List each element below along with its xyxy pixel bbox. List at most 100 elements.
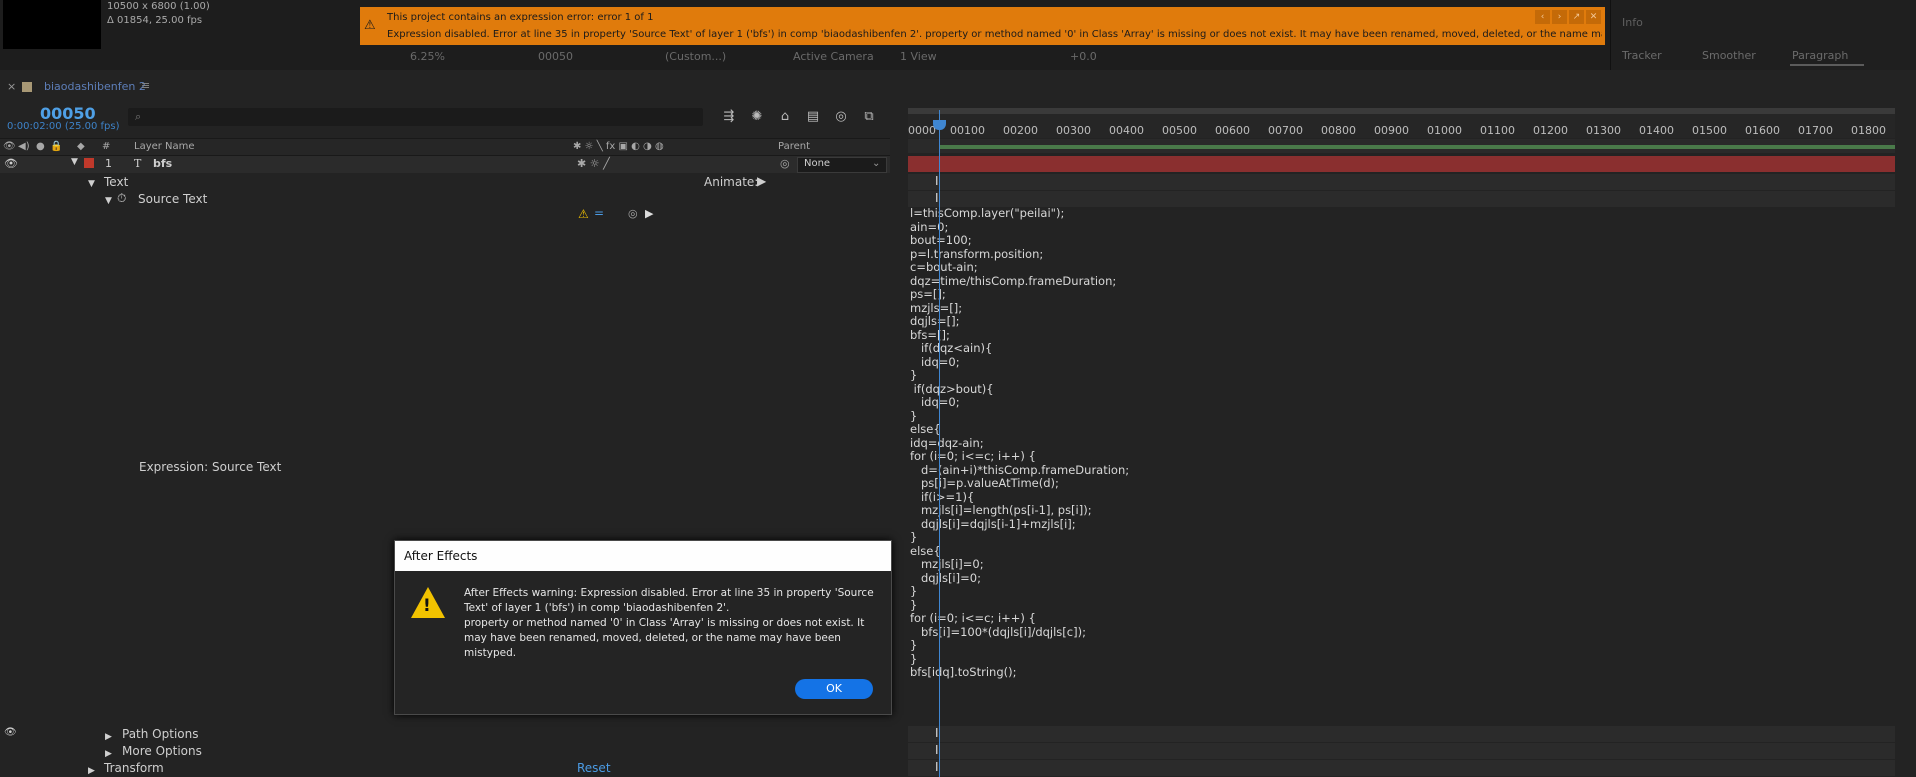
- ruler-tick: 01500: [1692, 124, 1727, 137]
- ruler-tick: 00400: [1109, 124, 1144, 137]
- goto-error-icon[interactable]: ↗: [1569, 10, 1584, 24]
- ruler-tick: 01700: [1798, 124, 1833, 137]
- visibility-column-icon[interactable]: 👁: [3, 141, 16, 152]
- tab-paragraph[interactable]: Paragraph: [1792, 49, 1848, 62]
- expression-warning-icon[interactable]: ⚠: [578, 207, 589, 221]
- dialog-title-bar[interactable]: After Effects: [395, 541, 891, 571]
- camera-dropdown[interactable]: Active Camera: [793, 50, 874, 63]
- ruler-tick: 01100: [1480, 124, 1515, 137]
- chevron-right-icon[interactable]: ▶: [105, 745, 112, 759]
- info-panel-tab[interactable]: Info: [1622, 16, 1643, 29]
- eye-icon[interactable]: 👁: [4, 727, 17, 738]
- transform-label[interactable]: Transform: [104, 761, 164, 775]
- text-keyframe-icon[interactable]: I: [935, 743, 939, 757]
- ruler-tick: 01300: [1586, 124, 1621, 137]
- text-layer-icon: T: [134, 157, 142, 170]
- ruler-tick: 00800: [1321, 124, 1356, 137]
- dialog-title: After Effects: [404, 549, 478, 563]
- layer-duration-bar[interactable]: [908, 156, 1895, 172]
- previous-error-icon[interactable]: ‹: [1535, 10, 1550, 24]
- switches-column-icons: ✱ ☼ ╲ fx ▣ ◐ ◑ ◍: [573, 141, 664, 152]
- next-error-icon[interactable]: ›: [1552, 10, 1567, 24]
- path-options-label[interactable]: Path Options: [122, 727, 198, 741]
- layer-name[interactable]: bfs: [153, 157, 172, 170]
- pickwhip-icon[interactable]: ◎: [780, 157, 790, 170]
- ruler-tick: 01200: [1533, 124, 1568, 137]
- work-area-range[interactable]: [940, 145, 1895, 149]
- expression-editor[interactable]: l=thisComp.layer("peilai"); ain=0; bout=…: [910, 206, 1129, 680]
- search-icon: ⌕: [135, 110, 142, 123]
- motion-blur-icon[interactable]: ◎: [832, 109, 850, 125]
- close-icon[interactable]: ×: [7, 80, 16, 93]
- frame-field[interactable]: 00050: [538, 50, 573, 63]
- layer-label-color[interactable]: [84, 158, 94, 168]
- chevron-right-icon[interactable]: ▶: [105, 728, 112, 742]
- view-layout-dropdown[interactable]: 1 View: [900, 50, 937, 63]
- chevron-down-icon[interactable]: ▼: [105, 192, 112, 206]
- ruler-tick: 00200: [1003, 124, 1038, 137]
- warning-dialog: After Effects ! After Effects warning: E…: [394, 540, 892, 715]
- text-keyframe-icon[interactable]: I: [935, 191, 939, 205]
- ruler-tick: 00500: [1162, 124, 1197, 137]
- chevron-down-icon[interactable]: ▼: [71, 157, 78, 167]
- expression-pickwhip-icon[interactable]: ◎: [628, 207, 638, 220]
- track-row: [908, 760, 1895, 776]
- chevron-down-icon[interactable]: ▼: [88, 175, 95, 189]
- solo-column-icon[interactable]: ●: [36, 141, 45, 152]
- draft-3d-icon[interactable]: ✺: [748, 109, 766, 125]
- text-keyframe-icon[interactable]: I: [935, 174, 939, 188]
- tab-tracker[interactable]: Tracker: [1622, 49, 1662, 62]
- layer-switches[interactable]: ✱ ☼ ╱: [577, 157, 610, 170]
- expression-error-banner[interactable]: ⚠ This project contains an expression er…: [360, 7, 1605, 45]
- layer-index: 1: [105, 157, 112, 170]
- expression-language-menu-icon[interactable]: ▶: [645, 207, 653, 220]
- current-time-sub: 0:00:02:00 (25.00 fps): [7, 121, 120, 132]
- comp-delta: Δ 01854, 25.00 fps: [107, 15, 203, 26]
- lock-column-icon[interactable]: 🔒: [50, 141, 62, 152]
- exposure-field[interactable]: +0.0: [1070, 50, 1097, 63]
- reset-link[interactable]: Reset: [577, 761, 611, 775]
- ok-button[interactable]: OK: [795, 679, 873, 699]
- frame-blending-icon[interactable]: ▤: [804, 109, 822, 125]
- layer-search-input[interactable]: [128, 108, 703, 126]
- ruler-ticks: 0000 00100 00200 00300 00400 00500 00600…: [908, 116, 1895, 138]
- comp-color-swatch: [22, 82, 32, 92]
- parent-dropdown[interactable]: None ⌄: [797, 157, 887, 173]
- warning-icon: ⚠: [364, 18, 376, 33]
- playhead-line[interactable]: [939, 110, 940, 777]
- animate-menu-icon[interactable]: ▶: [757, 174, 766, 188]
- text-keyframe-icon[interactable]: I: [935, 760, 939, 774]
- error-banner-message: Expression disabled. Error at line 35 in…: [387, 29, 1602, 40]
- ruler-tick: 00100: [950, 124, 985, 137]
- layer-column-header: 👁 ◀) ● 🔒 ◆ # Layer Name ✱ ☼ ╲ fx ▣ ◐ ◑ ◍…: [0, 138, 890, 156]
- warning-icon-mark: !: [423, 596, 431, 616]
- chevron-down-icon: ⌄: [872, 158, 881, 169]
- more-options-label[interactable]: More Options: [122, 744, 202, 758]
- work-area-bar[interactable]: [908, 108, 1895, 114]
- ruler-tick: 01000: [1427, 124, 1462, 137]
- layer-name-header[interactable]: Layer Name: [134, 141, 195, 152]
- resolution-dropdown[interactable]: (Custom...): [665, 50, 726, 63]
- timeline-tools: ⇶ ✺ ⌂ ▤ ◎ ⧉: [720, 109, 878, 125]
- label-column-icon[interactable]: ◆: [77, 141, 85, 152]
- comp-tab-name[interactable]: biaodashibenfen 2: [44, 80, 146, 93]
- tab-smoother[interactable]: Smoother: [1702, 49, 1756, 62]
- expression-enable-icon[interactable]: =: [594, 206, 604, 220]
- shy-layers-icon[interactable]: ⌂: [776, 109, 794, 125]
- layer-row[interactable]: 👁 ▼ 1 T bfs ✱ ☼ ╱ ◎: [0, 156, 890, 173]
- panel-menu-icon[interactable]: ≡: [141, 79, 150, 92]
- zoom-dropdown[interactable]: 6.25%: [410, 50, 445, 63]
- graph-editor-icon[interactable]: ⧉: [860, 109, 878, 125]
- comp-info: 10500 x 6800 (1.00) Δ 01854, 25.00 fps: [107, 0, 210, 28]
- ruler-tick: 01600: [1745, 124, 1780, 137]
- comp-tab-row: [0, 77, 1916, 97]
- close-icon[interactable]: ✕: [1586, 10, 1601, 24]
- ruler-tick: 00700: [1268, 124, 1303, 137]
- stopwatch-icon[interactable]: ⏱: [117, 191, 126, 206]
- chevron-right-icon[interactable]: ▶: [88, 762, 95, 776]
- composition-flowchart-icon[interactable]: ⇶: [720, 109, 738, 125]
- audio-column-icon[interactable]: ◀): [18, 141, 30, 152]
- eye-icon[interactable]: 👁: [4, 157, 18, 170]
- text-keyframe-icon[interactable]: I: [935, 726, 939, 740]
- ruler-tick: 0000: [908, 124, 936, 137]
